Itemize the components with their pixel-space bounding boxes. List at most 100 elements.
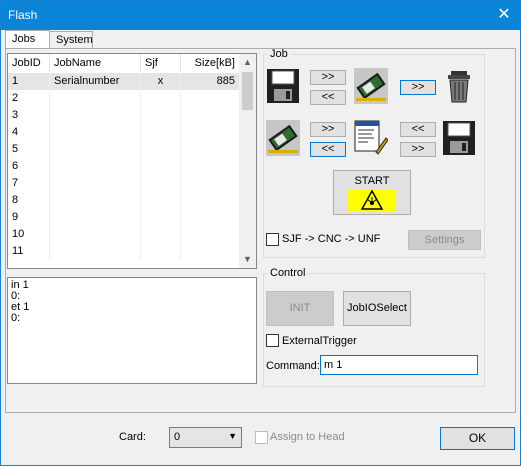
delete-arrow-button[interactable]: >> — [400, 80, 436, 95]
start-button[interactable]: START — [333, 170, 411, 215]
ok-button[interactable]: OK — [440, 427, 515, 450]
memory-chip-icon[interactable] — [266, 120, 300, 156]
table-cell — [50, 107, 141, 124]
table-cell — [181, 175, 240, 192]
scroll-thumb[interactable] — [242, 72, 253, 110]
external-trigger-label: ExternalTrigger — [282, 335, 357, 347]
document-editor-icon[interactable] — [354, 120, 389, 156]
table-cell — [181, 158, 240, 175]
table-cell — [50, 124, 141, 141]
sjf-checkbox[interactable] — [266, 233, 279, 246]
table-row[interactable]: 11 — [8, 243, 240, 260]
table-row[interactable]: 10 — [8, 226, 240, 243]
trash-can-icon[interactable] — [442, 68, 476, 104]
title-bar: Flash ✕ — [1, 1, 520, 30]
table-cell — [141, 192, 181, 209]
card-select-value: 0 — [174, 431, 181, 443]
close-icon[interactable]: ✕ — [494, 5, 514, 25]
chevron-down-icon: ▼ — [228, 431, 237, 441]
load-from-card-button[interactable]: << — [310, 90, 346, 105]
table-cell: 6 — [8, 158, 50, 175]
table-cell: 5 — [8, 141, 50, 158]
table-cell — [181, 192, 240, 209]
save-to-card-button[interactable]: >> — [310, 70, 346, 85]
table-row[interactable]: 3 — [8, 107, 240, 124]
column-size[interactable]: Size[kB] — [181, 54, 240, 72]
table-cell: 10 — [8, 226, 50, 243]
table-cell — [181, 107, 240, 124]
column-sjf[interactable]: Sjf — [141, 54, 181, 72]
table-cell: 8 — [8, 192, 50, 209]
table-cell: 2 — [8, 90, 50, 107]
jobs-table[interactable]: JobID JobName Sjf Size[kB] 1 Serialnumber… — [7, 53, 257, 269]
table-cell: 4 — [8, 124, 50, 141]
table-cell: 3 — [8, 107, 50, 124]
table-cell — [181, 209, 240, 226]
table-row[interactable]: 9 — [8, 209, 240, 226]
table-row[interactable]: 4 — [8, 124, 240, 141]
table-cell: 9 — [8, 209, 50, 226]
table-cell — [50, 192, 141, 209]
table-cell — [181, 243, 240, 260]
table-cell — [141, 107, 181, 124]
editor-to-card-button[interactable]: << — [310, 142, 346, 157]
external-trigger-checkbox[interactable] — [266, 334, 279, 347]
floppy-disk-icon[interactable] — [266, 68, 300, 104]
tab-jobs[interactable]: Jobs — [5, 30, 50, 49]
table-cell — [50, 226, 141, 243]
table-cell — [141, 209, 181, 226]
table-row[interactable]: 5 — [8, 141, 240, 158]
command-label: Command: — [266, 360, 320, 372]
table-row[interactable]: 7 — [8, 175, 240, 192]
init-button[interactable]: INIT — [266, 291, 334, 326]
assign-to-head-label: Assign to Head — [270, 431, 345, 443]
window-title: Flash — [8, 8, 38, 22]
table-scrollbar[interactable]: ▲ ▼ — [239, 54, 256, 268]
card-select[interactable]: 0 ▼ — [169, 427, 242, 448]
tab-system[interactable]: System — [49, 31, 93, 49]
table-row[interactable]: 1 Serialnumber x 885 — [8, 73, 240, 90]
table-cell — [181, 141, 240, 158]
disk-to-editor-button[interactable]: << — [400, 122, 436, 137]
table-cell — [141, 226, 181, 243]
table-cell — [50, 209, 141, 226]
flash-window: Flash ✕ Jobs System JobID JobName Sjf Si… — [0, 0, 521, 466]
table-cell — [181, 226, 240, 243]
table-cell — [141, 175, 181, 192]
jobioselect-button[interactable]: JobIOSelect — [343, 291, 411, 326]
column-jobname[interactable]: JobName — [50, 54, 141, 72]
log-line: 0: — [11, 290, 21, 302]
table-header: JobID JobName Sjf Size[kB] — [8, 54, 240, 72]
settings-button[interactable]: Settings — [408, 230, 481, 250]
table-cell: x — [141, 73, 181, 90]
scroll-down-icon[interactable]: ▼ — [239, 251, 256, 268]
card-to-editor-button[interactable]: >> — [310, 122, 346, 137]
sjf-label: SJF -> CNC -> UNF — [282, 233, 381, 245]
start-label: START — [354, 175, 390, 187]
table-cell — [50, 158, 141, 175]
laser-warning-icon — [348, 189, 396, 211]
table-row[interactable]: 2 — [8, 90, 240, 107]
table-cell — [50, 90, 141, 107]
column-jobid[interactable]: JobID — [8, 54, 50, 72]
memory-chip-icon[interactable] — [354, 68, 388, 104]
table-cell — [141, 243, 181, 260]
log-output[interactable]: in 1 0: et 1 0: — [7, 277, 257, 384]
table-cell: 11 — [8, 243, 50, 260]
scroll-up-icon[interactable]: ▲ — [239, 54, 256, 71]
table-cell: 7 — [8, 175, 50, 192]
floppy-disk-icon[interactable] — [442, 120, 476, 156]
table-cell: Serialnumber — [50, 73, 141, 90]
table-cell: 885 — [181, 73, 240, 90]
table-cell — [50, 141, 141, 158]
table-cell — [141, 90, 181, 107]
table-cell — [50, 243, 141, 260]
table-row[interactable]: 8 — [8, 192, 240, 209]
card-label: Card: — [119, 431, 146, 443]
assign-to-head-checkbox[interactable] — [255, 431, 268, 444]
log-line: 0: — [11, 312, 21, 324]
command-input[interactable] — [320, 355, 478, 375]
table-cell — [141, 141, 181, 158]
table-row[interactable]: 6 — [8, 158, 240, 175]
editor-to-disk-button[interactable]: >> — [400, 142, 436, 157]
